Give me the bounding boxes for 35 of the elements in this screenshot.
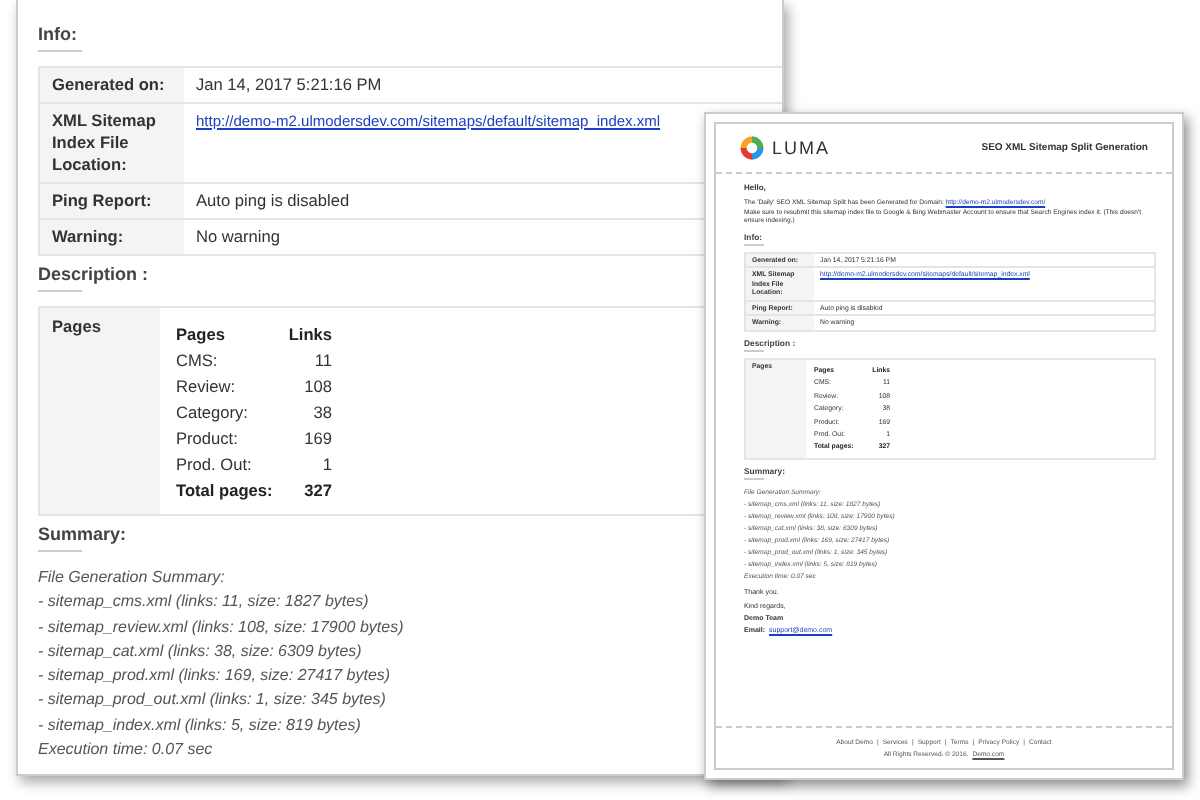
page-type-label: Total pages: <box>176 479 275 499</box>
info-label: Warning: <box>40 220 184 254</box>
link-count: 327 <box>302 479 332 499</box>
link-count: 1 <box>320 453 332 473</box>
summary-line: - sitemap_cms.xml (links: 11, size: 1827 bytes) <box>38 590 369 615</box>
section-heading: Description : <box>38 264 149 292</box>
info-value: No warning <box>196 226 280 248</box>
info-label: XML Sitemap Index File Location: <box>40 104 184 182</box>
pages-label: Pages <box>40 308 160 514</box>
summary-line: - sitemap_prod_out.xml (links: 1, size: 345 bytes) <box>38 688 386 713</box>
info-label: Ping Report: <box>40 184 184 218</box>
info-value: Auto ping is disabled <box>196 190 350 212</box>
link-count: 38 <box>311 401 332 421</box>
column-header: Links <box>288 323 332 343</box>
link-count: 169 <box>302 427 332 447</box>
summary-line: - sitemap_prod.xml (links: 169, size: 27417 bytes) <box>38 664 391 689</box>
info-label: Generated on: <box>40 68 184 102</box>
page-type-label: Product: <box>176 427 240 447</box>
section-heading: Summary: <box>38 524 127 552</box>
logo-text: LUMA <box>772 138 831 158</box>
page-type-label: CMS: <box>176 349 220 369</box>
summary-line: Execution time: 0.07 sec <box>38 738 213 763</box>
link-count: 108 <box>302 375 332 395</box>
page-type-label: Prod. Out: <box>176 453 254 473</box>
section-heading: Info: <box>38 24 77 52</box>
page-type-label: Category: <box>176 401 250 421</box>
summary-line: - sitemap_review.xml (links: 108, size: 17900 bytes) <box>38 615 404 640</box>
summary-line: File Generation Summary: <box>38 566 225 590</box>
summary-line: - sitemap_index.xml (links: 5, size: 819 bytes) <box>38 713 361 738</box>
info-value: Jan 14, 2017 5:21:16 PM <box>196 74 382 96</box>
summary-line: - sitemap_cat.xml (links: 38, size: 6309 bytes) <box>38 639 362 664</box>
ring-logo-icon <box>740 136 764 160</box>
column-header: Pages <box>176 323 227 343</box>
page-type-label: Review: <box>176 375 238 395</box>
link-count: 11 <box>312 349 332 369</box>
